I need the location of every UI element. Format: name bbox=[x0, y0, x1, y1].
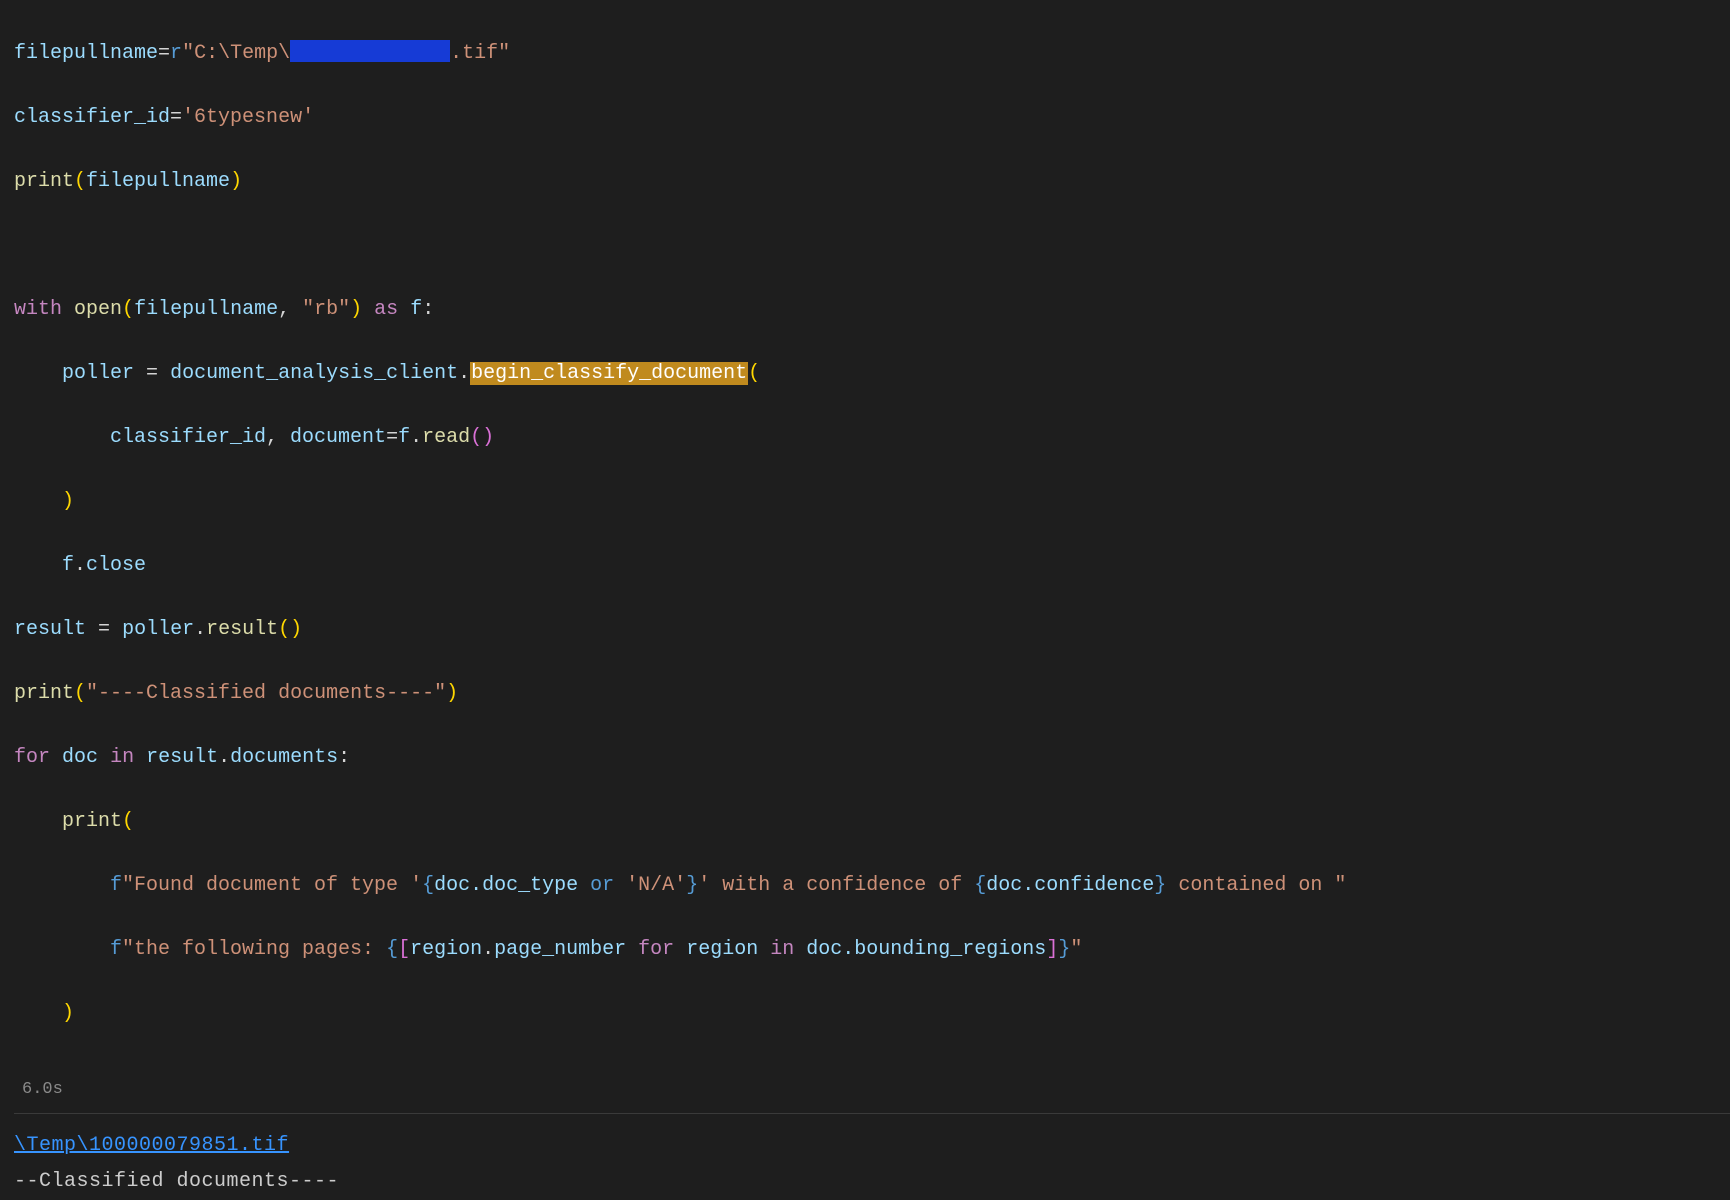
output-file-link[interactable]: \Temp\100000079851.tif bbox=[14, 1128, 289, 1164]
code-line: poller = document_analysis_client.begin_… bbox=[14, 358, 1730, 390]
code-line bbox=[14, 230, 1730, 262]
code-line: ) bbox=[14, 998, 1730, 1030]
code-line: print(filepullname) bbox=[14, 166, 1730, 198]
code-line: result = poller.result() bbox=[14, 614, 1730, 646]
code-line: f"the following pages: {[region.page_num… bbox=[14, 934, 1730, 966]
code-line: classifier_id='6typesnew' bbox=[14, 102, 1730, 134]
execution-time: 6.0s bbox=[14, 1062, 1730, 1103]
code-output: \Temp\100000079851.tif --Classified docu… bbox=[14, 1114, 1730, 1200]
code-line: print("----Classified documents----") bbox=[14, 678, 1730, 710]
code-line: ) bbox=[14, 486, 1730, 518]
code-line: f.close bbox=[14, 550, 1730, 582]
code-editor[interactable]: filepullname=r"C:\Temp\.tif" classifier_… bbox=[14, 6, 1730, 1062]
output-text-line: --Classified documents---- bbox=[14, 1170, 339, 1193]
code-line: filepullname=r"C:\Temp\.tif" bbox=[14, 38, 1730, 70]
code-line: with open(filepullname, "rb") as f: bbox=[14, 294, 1730, 326]
redacted-region bbox=[290, 40, 450, 62]
code-line: for doc in result.documents: bbox=[14, 742, 1730, 774]
code-line: f"Found document of type '{doc.doc_type … bbox=[14, 870, 1730, 902]
code-line: classifier_id, document=f.read() bbox=[14, 422, 1730, 454]
code-line: print( bbox=[14, 806, 1730, 838]
highlighted-method: begin_classify_document bbox=[470, 362, 748, 385]
